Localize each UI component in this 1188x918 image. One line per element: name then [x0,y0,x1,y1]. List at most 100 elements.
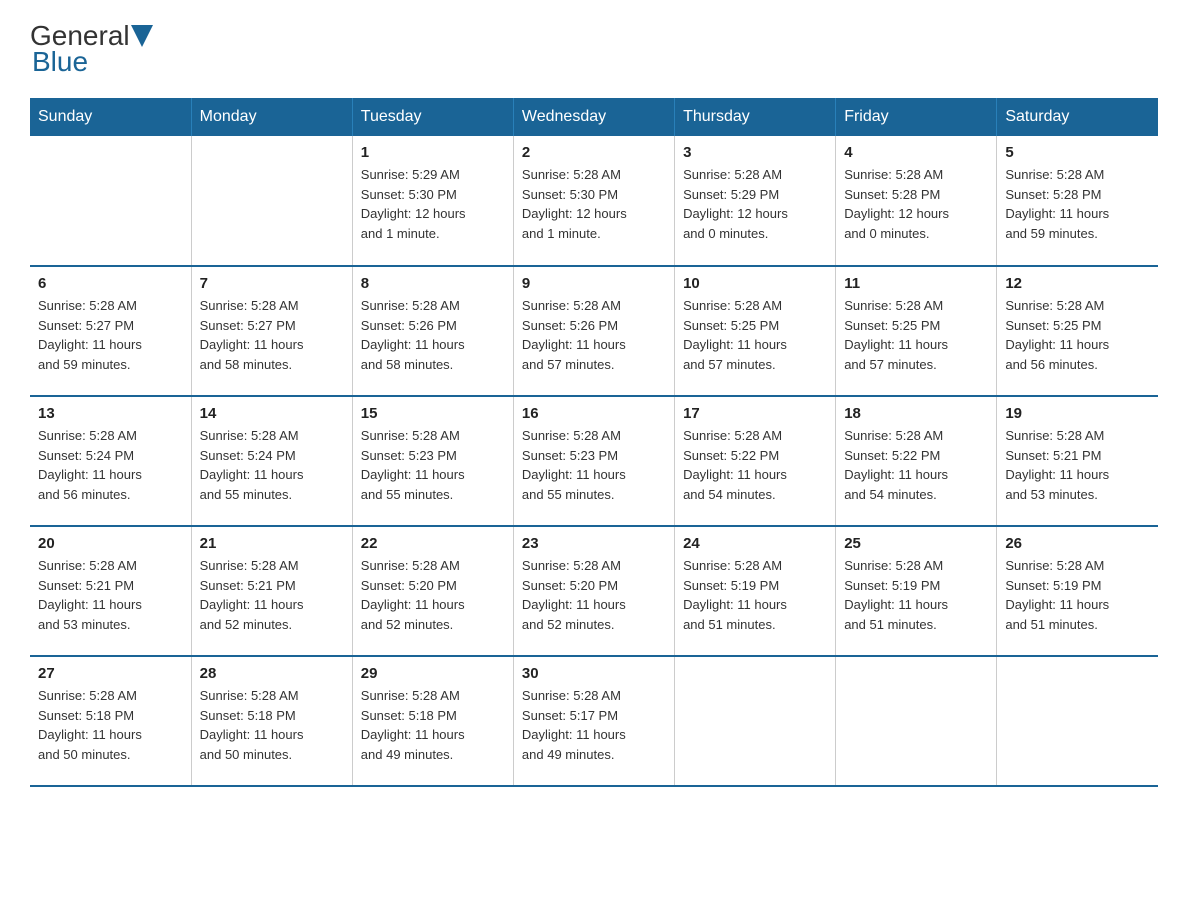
calendar-cell [836,656,997,786]
day-info: Sunrise: 5:28 AM Sunset: 5:19 PM Dayligh… [1005,556,1150,634]
calendar-cell: 11 Sunrise: 5:28 AM Sunset: 5:25 PM Dayli… [836,266,997,396]
page-header: General Blue [30,20,1158,78]
calendar-cell: 14 Sunrise: 5:28 AM Sunset: 5:24 PM Dayli… [191,396,352,526]
day-info: Sunrise: 5:28 AM Sunset: 5:29 PM Dayligh… [683,165,827,243]
calendar-cell: 3 Sunrise: 5:28 AM Sunset: 5:29 PM Daylig… [675,136,836,266]
day-info: Sunrise: 5:28 AM Sunset: 5:24 PM Dayligh… [200,426,344,504]
calendar-cell: 29 Sunrise: 5:28 AM Sunset: 5:18 PM Dayli… [352,656,513,786]
day-info: Sunrise: 5:28 AM Sunset: 5:21 PM Dayligh… [200,556,344,634]
day-number: 6 [38,275,183,292]
calendar-cell: 12Sunrise: 5:28 AM Sunset: 5:25 PM Dayli… [997,266,1158,396]
day-info: Sunrise: 5:28 AM Sunset: 5:23 PM Dayligh… [522,426,666,504]
day-number: 15 [361,405,505,422]
calendar-week-row: 27 Sunrise: 5:28 AM Sunset: 5:18 PM Dayli… [30,656,1158,786]
day-info: Sunrise: 5:28 AM Sunset: 5:19 PM Dayligh… [683,556,827,634]
day-number: 26 [1005,535,1150,552]
calendar-cell: 13 Sunrise: 5:28 AM Sunset: 5:24 PM Dayli… [30,396,191,526]
calendar-cell: 23Sunrise: 5:28 AM Sunset: 5:20 PM Dayli… [513,526,674,656]
calendar-cell: 24 Sunrise: 5:28 AM Sunset: 5:19 PM Dayli… [675,526,836,656]
day-of-week-header: Saturday [997,98,1158,136]
calendar-cell: 21 Sunrise: 5:28 AM Sunset: 5:21 PM Dayli… [191,526,352,656]
day-number: 3 [683,144,827,161]
day-info: Sunrise: 5:28 AM Sunset: 5:22 PM Dayligh… [683,426,827,504]
logo-blue-label: Blue [32,46,88,77]
day-info: Sunrise: 5:28 AM Sunset: 5:26 PM Dayligh… [361,296,505,374]
day-of-week-header: Wednesday [513,98,674,136]
calendar-cell: 17 Sunrise: 5:28 AM Sunset: 5:22 PM Dayli… [675,396,836,526]
day-info: Sunrise: 5:28 AM Sunset: 5:21 PM Dayligh… [1005,426,1150,504]
day-number: 5 [1005,144,1150,161]
day-info: Sunrise: 5:28 AM Sunset: 5:20 PM Dayligh… [522,556,666,634]
day-info: Sunrise: 5:28 AM Sunset: 5:28 PM Dayligh… [844,165,988,243]
day-number: 9 [522,275,666,292]
calendar-week-row: 1 Sunrise: 5:29 AM Sunset: 5:30 PM Daylig… [30,136,1158,266]
calendar-cell: 5 Sunrise: 5:28 AM Sunset: 5:28 PM Daylig… [997,136,1158,266]
day-info: Sunrise: 5:28 AM Sunset: 5:25 PM Dayligh… [1005,296,1150,374]
day-number: 21 [200,535,344,552]
day-info: Sunrise: 5:28 AM Sunset: 5:25 PM Dayligh… [844,296,988,374]
calendar-cell [30,136,191,266]
logo-triangle-icon [131,25,153,47]
calendar-cell: 2 Sunrise: 5:28 AM Sunset: 5:30 PM Daylig… [513,136,674,266]
logo: General Blue [30,20,154,78]
day-info: Sunrise: 5:28 AM Sunset: 5:26 PM Dayligh… [522,296,666,374]
day-of-week-header: Sunday [30,98,191,136]
day-number: 18 [844,405,988,422]
day-of-week-header: Tuesday [352,98,513,136]
calendar-cell: 18Sunrise: 5:28 AM Sunset: 5:22 PM Dayli… [836,396,997,526]
calendar-cell [191,136,352,266]
calendar-cell: 26 Sunrise: 5:28 AM Sunset: 5:19 PM Dayli… [997,526,1158,656]
day-number: 1 [361,144,505,161]
day-info: Sunrise: 5:28 AM Sunset: 5:18 PM Dayligh… [200,686,344,764]
day-info: Sunrise: 5:28 AM Sunset: 5:19 PM Dayligh… [844,556,988,634]
day-of-week-header: Monday [191,98,352,136]
day-number: 29 [361,665,505,682]
calendar-cell: 7 Sunrise: 5:28 AM Sunset: 5:27 PM Daylig… [191,266,352,396]
day-of-week-header: Friday [836,98,997,136]
day-info: Sunrise: 5:28 AM Sunset: 5:17 PM Dayligh… [522,686,666,764]
day-number: 20 [38,535,183,552]
day-number: 14 [200,405,344,422]
calendar-cell [997,656,1158,786]
day-info: Sunrise: 5:28 AM Sunset: 5:18 PM Dayligh… [361,686,505,764]
calendar-week-row: 6 Sunrise: 5:28 AM Sunset: 5:27 PM Daylig… [30,266,1158,396]
day-info: Sunrise: 5:28 AM Sunset: 5:23 PM Dayligh… [361,426,505,504]
day-info: Sunrise: 5:28 AM Sunset: 5:20 PM Dayligh… [361,556,505,634]
day-of-week-header: Thursday [675,98,836,136]
day-info: Sunrise: 5:28 AM Sunset: 5:27 PM Dayligh… [200,296,344,374]
calendar-cell: 19 Sunrise: 5:28 AM Sunset: 5:21 PM Dayli… [997,396,1158,526]
day-number: 19 [1005,405,1150,422]
calendar-header-row: SundayMondayTuesdayWednesdayThursdayFrid… [30,98,1158,136]
day-number: 30 [522,665,666,682]
day-info: Sunrise: 5:28 AM Sunset: 5:24 PM Dayligh… [38,426,183,504]
day-info: Sunrise: 5:28 AM Sunset: 5:21 PM Dayligh… [38,556,183,634]
day-number: 2 [522,144,666,161]
day-number: 11 [844,275,988,292]
day-number: 27 [38,665,183,682]
calendar-cell: 28Sunrise: 5:28 AM Sunset: 5:18 PM Dayli… [191,656,352,786]
day-info: Sunrise: 5:29 AM Sunset: 5:30 PM Dayligh… [361,165,505,243]
calendar-cell: 16Sunrise: 5:28 AM Sunset: 5:23 PM Dayli… [513,396,674,526]
calendar-cell: 8Sunrise: 5:28 AM Sunset: 5:26 PM Daylig… [352,266,513,396]
day-number: 25 [844,535,988,552]
calendar-cell: 15 Sunrise: 5:28 AM Sunset: 5:23 PM Dayli… [352,396,513,526]
calendar-cell: 6Sunrise: 5:28 AM Sunset: 5:27 PM Daylig… [30,266,191,396]
calendar-cell [675,656,836,786]
calendar-cell: 30 Sunrise: 5:28 AM Sunset: 5:17 PM Dayli… [513,656,674,786]
calendar-cell: 1 Sunrise: 5:29 AM Sunset: 5:30 PM Daylig… [352,136,513,266]
day-number: 13 [38,405,183,422]
day-number: 7 [200,275,344,292]
calendar-cell: 20 Sunrise: 5:28 AM Sunset: 5:21 PM Dayli… [30,526,191,656]
day-info: Sunrise: 5:28 AM Sunset: 5:30 PM Dayligh… [522,165,666,243]
day-info: Sunrise: 5:28 AM Sunset: 5:25 PM Dayligh… [683,296,827,374]
day-number: 24 [683,535,827,552]
calendar-cell: 25 Sunrise: 5:28 AM Sunset: 5:19 PM Dayli… [836,526,997,656]
calendar-cell: 22Sunrise: 5:28 AM Sunset: 5:20 PM Dayli… [352,526,513,656]
calendar-week-row: 20 Sunrise: 5:28 AM Sunset: 5:21 PM Dayli… [30,526,1158,656]
day-number: 17 [683,405,827,422]
day-number: 4 [844,144,988,161]
calendar-cell: 27Sunrise: 5:28 AM Sunset: 5:18 PM Dayli… [30,656,191,786]
calendar-cell: 10Sunrise: 5:28 AM Sunset: 5:25 PM Dayli… [675,266,836,396]
day-info: Sunrise: 5:28 AM Sunset: 5:28 PM Dayligh… [1005,165,1150,243]
calendar-table: SundayMondayTuesdayWednesdayThursdayFrid… [30,98,1158,787]
